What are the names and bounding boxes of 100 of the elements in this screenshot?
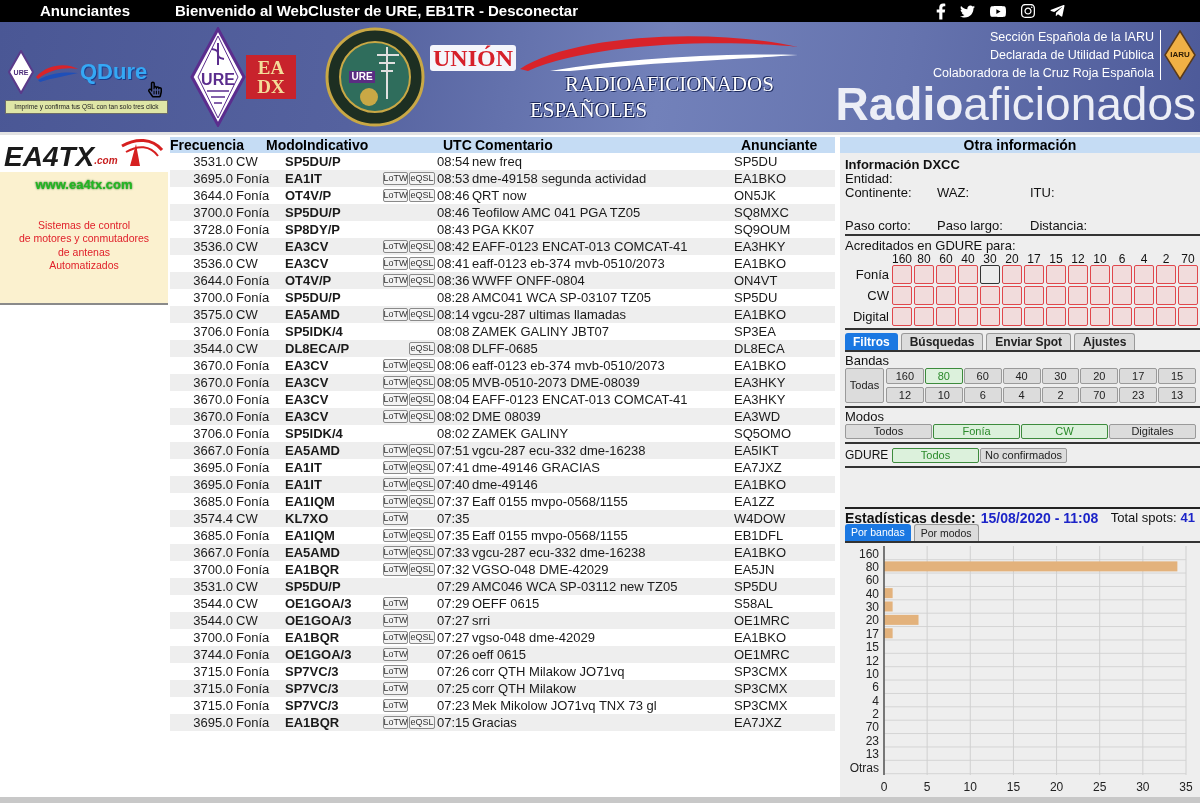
lotw-tag[interactable]: LoTW [383, 614, 408, 627]
lotw-tag[interactable]: LoTW [383, 376, 408, 389]
filter-toggle[interactable]: No confirmados [980, 447, 1067, 463]
table-row[interactable]: 3695.0 Fonía EA1BQR LoTW eQSL 07:15 Gracias EA7JXZ [170, 714, 835, 731]
column-header[interactable]: Anunciante [741, 137, 818, 153]
lotw-tag[interactable]: LoTW [383, 665, 408, 678]
filter-toggle[interactable]: Digitales [1109, 424, 1196, 439]
lotw-tag[interactable]: LoTW [383, 393, 408, 406]
lotw-tag[interactable]: LoTW [383, 512, 408, 525]
eqsl-tag[interactable]: eQSL [409, 529, 435, 542]
lotw-tag[interactable]: LoTW [383, 172, 408, 185]
eqsl-tag[interactable]: eQSL [409, 393, 435, 406]
eqsl-tag[interactable]: eQSL [409, 444, 435, 457]
tab[interactable]: Enviar Spot [986, 333, 1072, 350]
filter-toggle[interactable]: 13 [1158, 387, 1196, 403]
table-row[interactable]: 3531.0 CW SP5DU/P 07:29 AMC046 WCA SP-03112 new TZ05 SP5DU [170, 578, 835, 595]
filter-toggle[interactable]: 2 [1041, 387, 1080, 403]
filter-toggle[interactable]: 60 [963, 368, 1002, 384]
lotw-tag[interactable]: LoTW [383, 308, 408, 321]
filter-toggle[interactable]: 40 [1002, 368, 1041, 384]
lotw-tag[interactable]: LoTW [383, 648, 408, 661]
lotw-tag[interactable]: LoTW [383, 716, 408, 729]
filter-toggle[interactable]: 17 [1119, 368, 1158, 384]
filter-toggle[interactable]: 30 [1041, 368, 1080, 384]
tab[interactable]: Por modos [913, 524, 979, 541]
table-row[interactable]: 3544.0 CW DL8ECA/P eQSL 08:08 DLFF-0685 DL8ECA [170, 340, 835, 357]
eqsl-tag[interactable]: eQSL [409, 274, 435, 287]
eqsl-tag[interactable]: eQSL [409, 172, 435, 185]
filter-toggle[interactable]: Todos [845, 424, 932, 439]
filter-toggle[interactable]: Fonía [933, 424, 1020, 439]
filter-toggle[interactable]: 20 [1080, 368, 1119, 384]
lotw-tag[interactable]: LoTW [383, 682, 408, 695]
lotw-tag[interactable]: LoTW [383, 461, 408, 474]
filter-toggle[interactable]: 15 [1158, 368, 1196, 384]
eqsl-tag[interactable]: eQSL [409, 410, 435, 423]
filter-toggle[interactable]: CW [1021, 424, 1108, 439]
table-row[interactable]: 3644.0 Fonía OT4V/P LoTW eQSL 08:36 WWFF ONFF-0804 ON4VT [170, 272, 835, 289]
column-header[interactable]: Frecuencia [170, 137, 244, 153]
lotw-tag[interactable]: LoTW [383, 444, 408, 457]
lotw-tag[interactable]: LoTW [383, 529, 408, 542]
youtube-icon[interactable] [989, 3, 1007, 19]
filter-toggle[interactable]: Todas [845, 368, 884, 403]
lotw-tag[interactable]: LoTW [383, 257, 408, 270]
lotw-tag[interactable]: LoTW [383, 495, 408, 508]
lotw-tag[interactable]: LoTW [383, 478, 408, 491]
tab[interactable]: Ajustes [1074, 333, 1136, 350]
lotw-tag[interactable]: LoTW [383, 597, 408, 610]
filter-toggle[interactable]: 80 [924, 368, 963, 384]
table-row[interactable]: 3700.0 Fonía SP5DU/P 08:46 Teofilow AMC 041 PGA TZ05 SQ8MXC [170, 204, 835, 221]
tab[interactable]: Por bandas [845, 524, 911, 541]
telegram-icon[interactable] [1049, 3, 1066, 19]
tab[interactable]: Búsquedas [900, 333, 984, 350]
eqsl-tag[interactable]: eQSL [409, 257, 435, 270]
table-row[interactable]: 3544.0 CW OE1GOA/3 LoTW 07:27 srri OE1MRC [170, 612, 835, 629]
lotw-tag[interactable]: LoTW [383, 359, 408, 372]
filter-toggle[interactable]: Todos [892, 447, 979, 463]
table-row[interactable]: 3667.0 Fonía EA5AMD LoTW eQSL 07:51 vgcu-287 ecu-332 dme-16238 EA5IKT [170, 442, 835, 459]
lotw-tag[interactable]: LoTW [383, 274, 408, 287]
table-row[interactable]: 3536.0 CW EA3CV LoTW eQSL 08:42 EAFF-0123 ENCAT-013 COMCAT-41 EA3HKY [170, 238, 835, 255]
tab[interactable]: Filtros [845, 333, 898, 350]
lotw-tag[interactable]: LoTW [383, 240, 408, 253]
table-row[interactable]: 3667.0 Fonía EA5AMD LoTW eQSL 07:33 vgcu-287 ecu-332 dme-16238 EA1BKO [170, 544, 835, 561]
table-row[interactable]: 3695.0 Fonía EA1IT LoTW eQSL 07:40 dme-49146 EA1BKO [170, 476, 835, 493]
filter-toggle[interactable]: 4 [1002, 387, 1041, 403]
facebook-icon[interactable] [936, 2, 946, 20]
table-row[interactable]: 3715.0 Fonía SP7VC/3 LoTW 07:25 corr QTH Milakow SP3CMX [170, 680, 835, 697]
eqsl-tag[interactable]: eQSL [409, 376, 435, 389]
filter-toggle[interactable]: 160 [886, 368, 924, 384]
filter-toggle[interactable]: 10 [924, 387, 963, 403]
logout-link[interactable]: Desconectar [487, 0, 578, 23]
column-header[interactable]: Modo [266, 137, 304, 153]
eqsl-tag[interactable]: eQSL [409, 342, 435, 355]
column-header[interactable]: UTC [443, 137, 472, 153]
lotw-tag[interactable]: LoTW [383, 631, 408, 644]
eqsl-tag[interactable]: eQSL [409, 495, 435, 508]
table-row[interactable]: 3670.0 Fonía EA3CV LoTW eQSL 08:05 MVB-0510-2073 DME-08039 EA3HKY [170, 374, 835, 391]
advertisers-link[interactable]: Anunciantes [40, 0, 130, 23]
table-row[interactable]: 3574.4 CW KL7XO LoTW 07:35 W4DOW [170, 510, 835, 527]
lotw-tag[interactable]: LoTW [383, 699, 408, 712]
eqsl-tag[interactable]: eQSL [409, 563, 435, 576]
table-row[interactable]: 3744.0 Fonía OE1GOA/3 LoTW 07:26 oeff 0615 OE1MRC [170, 646, 835, 663]
eqsl-tag[interactable]: eQSL [409, 359, 435, 372]
twitter-icon[interactable] [959, 3, 976, 19]
lotw-tag[interactable]: LoTW [383, 410, 408, 423]
eqsl-tag[interactable]: eQSL [409, 240, 435, 253]
eqsl-tag[interactable]: eQSL [409, 478, 435, 491]
column-header[interactable]: Indicativo [303, 137, 369, 153]
filter-toggle[interactable]: 70 [1080, 387, 1119, 403]
table-row[interactable]: 3695.0 Fonía EA1IT LoTW eQSL 08:53 dme-49158 segunda actividad EA1BKO [170, 170, 835, 187]
instagram-icon[interactable] [1020, 3, 1036, 19]
eqsl-tag[interactable]: eQSL [409, 308, 435, 321]
column-header[interactable]: Comentario [475, 137, 553, 153]
eqsl-tag[interactable]: eQSL [409, 189, 435, 202]
eqsl-tag[interactable]: eQSL [409, 546, 435, 559]
eqsl-tag[interactable]: eQSL [409, 631, 435, 644]
filter-toggle[interactable]: 23 [1119, 387, 1158, 403]
table-row[interactable]: 3575.0 CW EA5AMD LoTW eQSL 08:14 vgcu-287 ultimas llamadas EA1BKO [170, 306, 835, 323]
filter-toggle[interactable]: 12 [886, 387, 924, 403]
lotw-tag[interactable]: LoTW [383, 546, 408, 559]
table-row[interactable]: 3670.0 Fonía EA3CV LoTW eQSL 08:02 DME 08039 EA3WD [170, 408, 835, 425]
